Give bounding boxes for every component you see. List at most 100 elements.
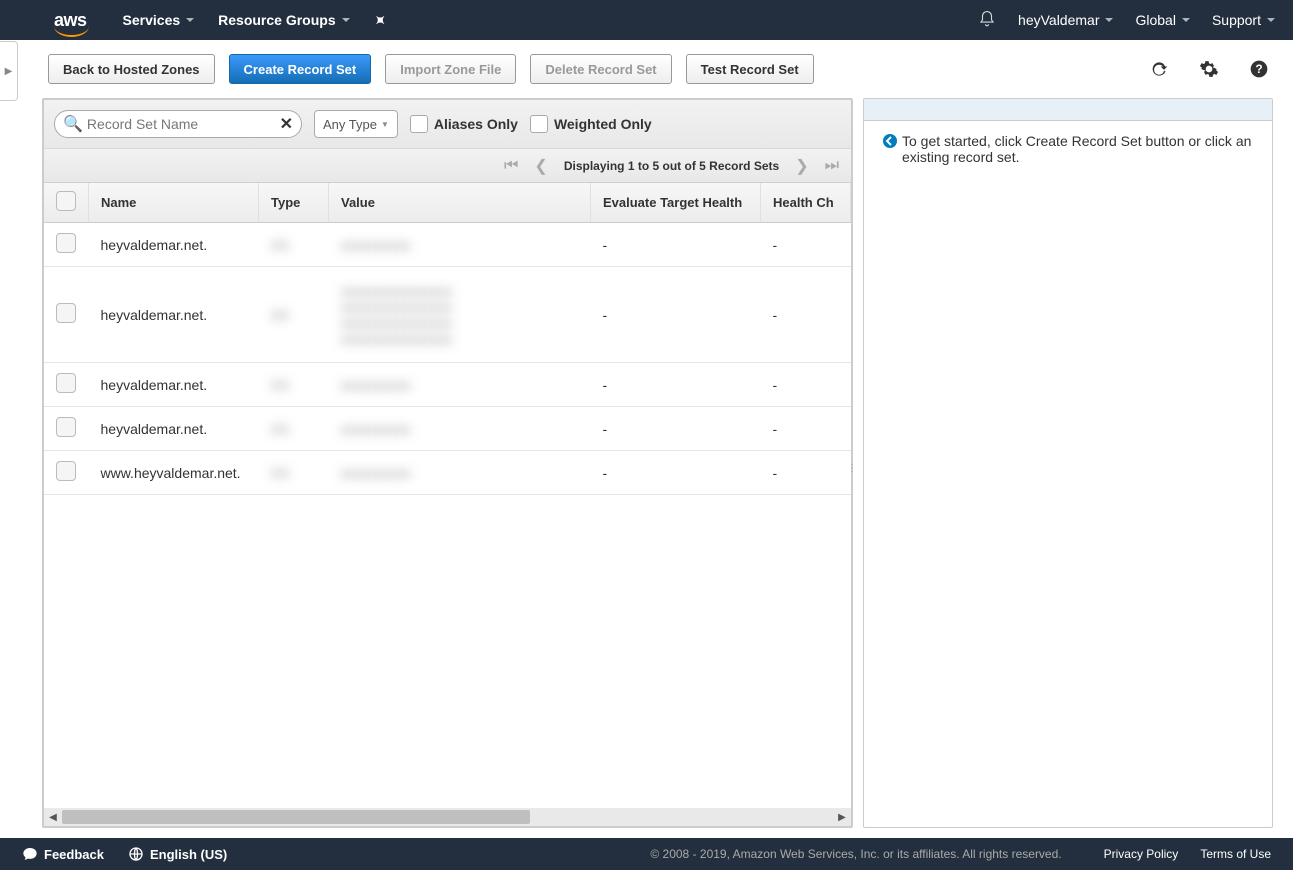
settings-icon[interactable]	[1199, 59, 1219, 79]
table-row[interactable]: heyvaldemar.net.XXxxxxxxxxxx--	[44, 223, 851, 267]
scroll-left-icon[interactable]: ◀	[46, 810, 60, 824]
select-all-checkbox[interactable]	[56, 191, 76, 211]
search-box[interactable]: 🔍 ✕	[54, 110, 302, 138]
search-icon: 🔍	[63, 114, 83, 134]
help-icon[interactable]: ?	[1249, 59, 1269, 79]
nav-notifications[interactable]	[978, 10, 996, 31]
footer: Feedback English (US) © 2008 - 2019, Ama…	[0, 838, 1293, 870]
cell-name: heyvaldemar.net.	[89, 363, 259, 407]
row-checkbox[interactable]	[56, 303, 76, 323]
language-label: English (US)	[150, 847, 227, 862]
caret-down-icon	[1267, 18, 1275, 22]
nav-region-label: Global	[1135, 12, 1175, 28]
table-row[interactable]: www.heyvaldemar.net.XXxxxxxxxxxx--	[44, 451, 851, 495]
nav-user[interactable]: heyValdemar	[1018, 12, 1113, 28]
type-filter-label: Any Type	[323, 117, 377, 132]
test-record-set-button[interactable]: Test Record Set	[686, 54, 814, 84]
nav-resource-groups-label: Resource Groups	[218, 12, 335, 28]
back-to-hosted-zones-button[interactable]: Back to Hosted Zones	[48, 54, 215, 84]
cell-health-check: -	[761, 267, 851, 363]
feedback-link[interactable]: Feedback	[22, 846, 104, 862]
nav-support-label: Support	[1212, 12, 1261, 28]
col-type[interactable]: Type	[259, 183, 329, 223]
aliases-only-label: Aliases Only	[434, 116, 518, 132]
pager-last-icon[interactable]: ⏭	[825, 157, 839, 175]
chat-icon	[22, 846, 38, 862]
pin-icon: ✦	[369, 10, 389, 30]
cell-name: heyvaldemar.net.	[89, 407, 259, 451]
main-content: 🔍 ✕ Any Type ▼ Aliases Only Weighted Only…	[42, 98, 1273, 828]
scroll-right-icon[interactable]: ▶	[835, 810, 849, 824]
pager-row: ⏮ ❮ Displaying 1 to 5 out of 5 Record Se…	[44, 149, 851, 183]
row-checkbox[interactable]	[56, 373, 76, 393]
checkbox[interactable]	[530, 115, 548, 133]
col-health-check[interactable]: Health Ch	[761, 183, 851, 223]
info-message: To get started, click Create Record Set …	[864, 121, 1272, 177]
cell-health-check: -	[761, 223, 851, 267]
row-checkbox[interactable]	[56, 461, 76, 481]
record-sets-table: Name Type Value Evaluate Target Health H…	[44, 183, 851, 495]
pager-next-icon[interactable]: ❯	[795, 156, 808, 176]
aws-logo[interactable]: aws	[54, 10, 87, 31]
record-sets-panel: 🔍 ✕ Any Type ▼ Aliases Only Weighted Only…	[42, 98, 853, 828]
cell-health-check: -	[761, 363, 851, 407]
horizontal-scrollbar[interactable]: ◀ ▶	[44, 808, 851, 826]
cell-evaluate-target-health: -	[591, 363, 761, 407]
search-input[interactable]	[87, 116, 280, 132]
checkbox[interactable]	[410, 115, 428, 133]
create-record-set-button[interactable]: Create Record Set	[229, 54, 372, 84]
table-header-row: Name Type Value Evaluate Target Health H…	[44, 183, 851, 223]
clear-search-icon[interactable]: ✕	[280, 114, 293, 134]
row-checkbox[interactable]	[56, 233, 76, 253]
cell-health-check: -	[761, 451, 851, 495]
cell-evaluate-target-health: -	[591, 451, 761, 495]
type-filter-select[interactable]: Any Type ▼	[314, 110, 398, 138]
cell-health-check: -	[761, 407, 851, 451]
weighted-only-toggle[interactable]: Weighted Only	[530, 115, 652, 133]
cell-value: xxxxxxxxxx	[329, 407, 591, 451]
bell-icon	[978, 10, 996, 31]
details-panel: To get started, click Create Record Set …	[863, 98, 1273, 828]
row-checkbox[interactable]	[56, 417, 76, 437]
col-evaluate-target-health[interactable]: Evaluate Target Health	[591, 183, 761, 223]
table-row[interactable]: heyvaldemar.net.XXxxxxxxxxxx--	[44, 363, 851, 407]
terms-of-use-link[interactable]: Terms of Use	[1200, 847, 1271, 861]
delete-record-set-button[interactable]: Delete Record Set	[530, 54, 671, 84]
filter-row: 🔍 ✕ Any Type ▼ Aliases Only Weighted Only	[44, 100, 851, 149]
col-name[interactable]: Name	[89, 183, 259, 223]
caret-down-icon: ▼	[381, 120, 389, 129]
action-toolbar: Back to Hosted Zones Create Record Set I…	[0, 40, 1293, 98]
cell-value: xxxxxxxxxx	[329, 223, 591, 267]
cell-type: XX	[259, 223, 329, 267]
table-row[interactable]: heyvaldemar.net.XXxxxxxxxxxx--	[44, 407, 851, 451]
privacy-policy-link[interactable]: Privacy Policy	[1104, 847, 1179, 861]
nav-services[interactable]: Services	[123, 12, 195, 28]
refresh-icon[interactable]	[1149, 59, 1169, 79]
scrollbar-thumb[interactable]	[62, 810, 530, 824]
pager-prev-icon[interactable]: ❮	[534, 156, 547, 176]
nav-services-label: Services	[123, 12, 181, 28]
copyright-text: © 2008 - 2019, Amazon Web Services, Inc.…	[650, 847, 1061, 861]
aliases-only-toggle[interactable]: Aliases Only	[410, 115, 518, 133]
caret-down-icon	[186, 18, 194, 22]
nav-region[interactable]: Global	[1135, 12, 1189, 28]
caret-down-icon	[1182, 18, 1190, 22]
chevron-right-icon: ▶	[5, 66, 13, 77]
table-scroll: Name Type Value Evaluate Target Health H…	[44, 183, 851, 808]
col-value[interactable]: Value	[329, 183, 591, 223]
cell-type: XX	[259, 267, 329, 363]
pager-first-icon[interactable]: ⏮	[504, 157, 518, 175]
nav-resource-groups[interactable]: Resource Groups	[218, 12, 349, 28]
table-row[interactable]: heyvaldemar.net.XXxxxxxxxxxxxxxxxxxxxxxx…	[44, 267, 851, 363]
weighted-only-label: Weighted Only	[554, 116, 652, 132]
import-zone-file-button[interactable]: Import Zone File	[385, 54, 516, 84]
panel-resize-handle[interactable]: ⋮	[847, 463, 857, 474]
nav-pin[interactable]: ✦	[374, 12, 386, 29]
nav-support[interactable]: Support	[1212, 12, 1275, 28]
cell-evaluate-target-health: -	[591, 407, 761, 451]
globe-icon	[128, 846, 144, 862]
cell-evaluate-target-health: -	[591, 267, 761, 363]
left-drawer-toggle[interactable]: ▶	[0, 41, 18, 101]
top-nav: aws Services Resource Groups ✦ heyValdem…	[0, 0, 1293, 40]
language-select[interactable]: English (US)	[128, 846, 227, 862]
